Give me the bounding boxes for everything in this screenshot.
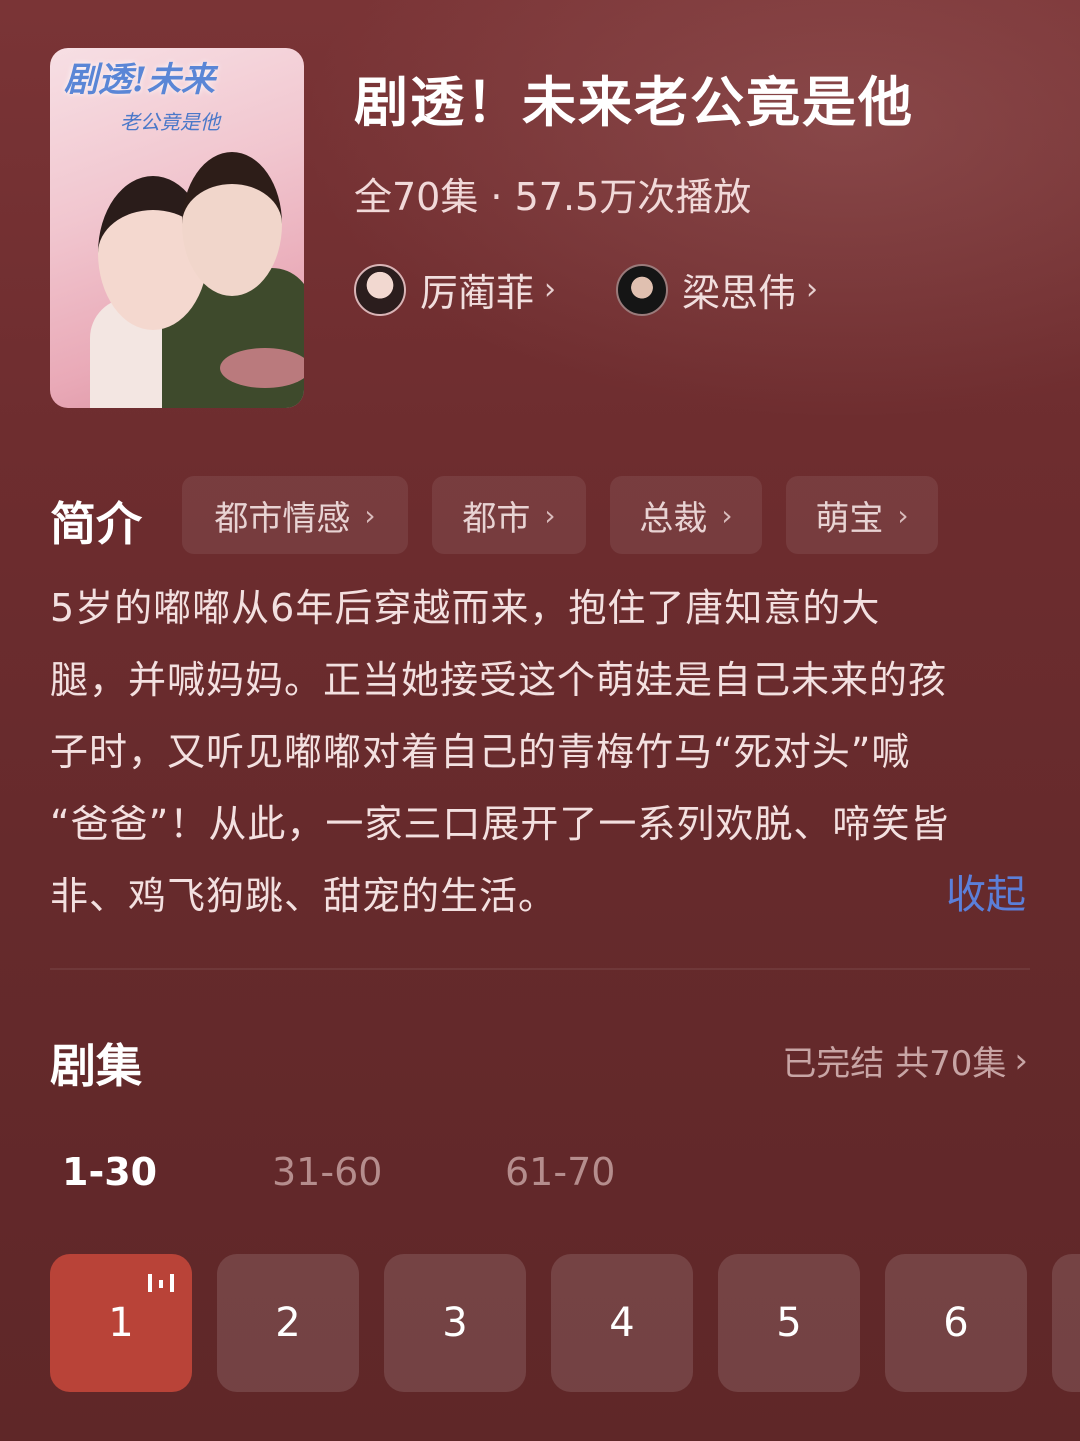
poster-head-male bbox=[182, 152, 282, 296]
range-tab-61-70[interactable]: 61-70 bbox=[505, 1150, 615, 1194]
range-tab-31-60[interactable]: 31-60 bbox=[272, 1150, 382, 1194]
episode-button-partial[interactable] bbox=[1052, 1254, 1080, 1392]
tag-urban[interactable]: 都市 › bbox=[432, 476, 586, 554]
drama-meta: 全70集 · 57.5万次播放 bbox=[354, 175, 752, 219]
episodes-status-link[interactable]: 已完结 共70集 › bbox=[782, 1036, 1028, 1085]
tag-cute-baby[interactable]: 萌宝 › bbox=[786, 476, 938, 554]
tag-label: 总裁 bbox=[639, 498, 708, 539]
episode-number: 5 bbox=[776, 1300, 802, 1346]
chevron-right-icon: › bbox=[1014, 1040, 1028, 1081]
episodes-heading: 剧集 bbox=[50, 1039, 142, 1093]
intro-line: 5岁的嘟嘟从6年后穿越而来，抱住了唐知意的大 bbox=[50, 586, 881, 630]
intro-line: “爸爸”！从此，一家三口展开了一系列欢脱、啼笑皆 bbox=[50, 802, 950, 846]
intro-line: 非、鸡飞狗跳、甜宠的生活。 bbox=[50, 874, 558, 918]
actor-link-2[interactable]: 梁思伟 › bbox=[616, 262, 818, 317]
episode-button-5[interactable]: 5 bbox=[718, 1254, 860, 1392]
intro-heading: 简介 bbox=[50, 497, 142, 551]
chevron-right-icon: › bbox=[544, 498, 556, 532]
chevron-right-icon: › bbox=[364, 498, 376, 532]
actor-avatar bbox=[354, 263, 406, 316]
actor-name: 厉蔺菲 bbox=[420, 271, 535, 315]
chevron-right-icon: › bbox=[544, 272, 557, 307]
intro-line: 腿，并喊妈妈。正当她接受这个萌娃是自己未来的孩 bbox=[50, 658, 948, 702]
collapse-button[interactable]: 收起 bbox=[946, 862, 1026, 920]
episode-number: 2 bbox=[275, 1300, 301, 1346]
episode-button-3[interactable]: 3 bbox=[384, 1254, 526, 1392]
episodes-status: 已完结 共70集 bbox=[782, 1044, 1007, 1084]
episode-number: 4 bbox=[609, 1300, 635, 1346]
episode-number: 1 bbox=[108, 1300, 134, 1346]
episode-button-1[interactable]: 1 bbox=[50, 1254, 192, 1392]
drama-poster[interactable]: 剧透!未来 老公竟是他 bbox=[50, 48, 304, 408]
actor-avatar bbox=[616, 263, 668, 316]
episode-number: 3 bbox=[442, 1300, 468, 1346]
episode-button-2[interactable]: 2 bbox=[217, 1254, 359, 1392]
poster-subtitle-art: 老公竟是他 bbox=[120, 110, 220, 134]
episode-button-6[interactable]: 6 bbox=[885, 1254, 1027, 1392]
range-tab-1-30[interactable]: 1-30 bbox=[62, 1150, 157, 1194]
chevron-right-icon: › bbox=[806, 272, 819, 307]
chevron-right-icon: › bbox=[897, 498, 909, 532]
intro-description: 5岁的嘟嘟从6年后穿越而来，抱住了唐知意的大 腿，并喊妈妈。正当她接受这个萌娃是… bbox=[50, 572, 1035, 932]
poster-title-art: 剧透!未来 bbox=[64, 60, 215, 100]
actor-name: 梁思伟 bbox=[682, 271, 797, 315]
playing-bars-icon bbox=[148, 1274, 174, 1292]
tag-label: 都市 bbox=[462, 498, 531, 539]
poster-petals bbox=[220, 348, 304, 388]
tag-urban-romance[interactable]: 都市情感 › bbox=[182, 476, 408, 554]
tag-label: 都市情感 bbox=[214, 498, 351, 539]
chevron-right-icon: › bbox=[721, 498, 733, 532]
tag-ceo[interactable]: 总裁 › bbox=[610, 476, 762, 554]
episode-number: 6 bbox=[943, 1300, 969, 1346]
actor-link-1[interactable]: 厉蔺菲 › bbox=[354, 262, 556, 317]
drama-title: 剧透！未来老公竟是他 bbox=[354, 71, 914, 134]
divider bbox=[50, 968, 1030, 970]
tag-label: 萌宝 bbox=[815, 498, 884, 539]
intro-line: 子时，又听见嘟嘟对着自己的青梅竹马“死对头”喊 bbox=[50, 730, 911, 774]
episode-button-4[interactable]: 4 bbox=[551, 1254, 693, 1392]
